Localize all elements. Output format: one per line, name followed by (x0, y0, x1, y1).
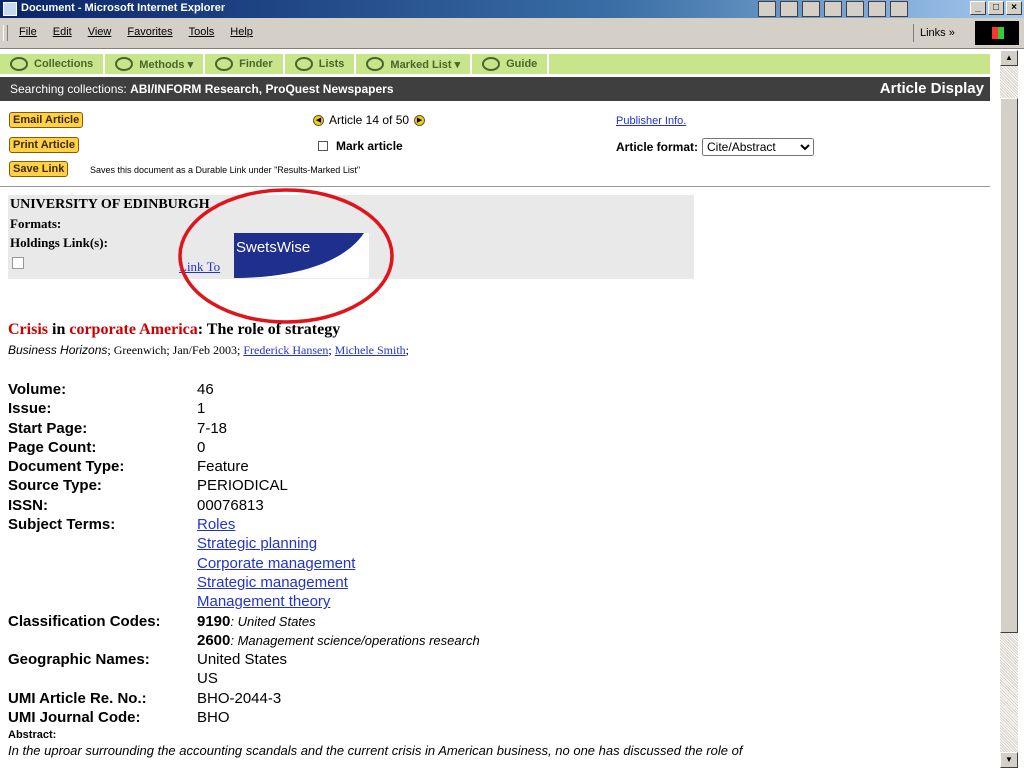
holdings-checkbox[interactable] (12, 257, 24, 269)
article-source: Business Horizons; Greenwich; Jan/Feb 20… (8, 343, 410, 357)
tray-icon[interactable] (802, 1, 820, 17)
subject-term-link[interactable]: Strategic planning (197, 535, 317, 552)
tray-icon[interactable] (868, 1, 886, 17)
swetswise-link[interactable]: SwetsWise (234, 233, 369, 278)
lists-icon (294, 57, 313, 71)
highlight-circle (178, 188, 394, 324)
umi-journal-code: BHO (197, 709, 230, 727)
tab-methods[interactable]: Methods ▾ (105, 54, 206, 74)
mark-article-label: Mark article (336, 139, 403, 153)
next-article-icon[interactable]: ▶ (414, 114, 426, 126)
mark-article-checkbox[interactable] (318, 141, 328, 151)
close-button[interactable]: × (1006, 1, 1022, 15)
tray-icon[interactable] (780, 1, 798, 17)
divider (0, 186, 990, 187)
article-title: Crisis in corporate America: The role of… (8, 321, 341, 338)
page-mode-title: Article Display (879, 80, 984, 97)
article-format-label: Article format: (616, 140, 699, 154)
menu-bar: File Edit View Favorites Tools Help Link… (0, 18, 1024, 49)
issue-value: 1 (197, 400, 206, 418)
institution-name: UNIVERSITY OF EDINBURGH (10, 197, 210, 212)
tab-marked-list[interactable]: Marked List ▾ (356, 54, 473, 74)
minimize-button[interactable]: _ (970, 1, 986, 15)
page-margin (990, 50, 1000, 768)
author-link[interactable]: Michele Smith (335, 343, 406, 357)
formats-label: Formats: (10, 216, 62, 231)
toolbar-grip[interactable] (3, 25, 8, 41)
collection-names: ABI/INFORM Research, ProQuest Newspapers (130, 82, 394, 96)
methods-icon (115, 57, 134, 71)
holdings-links-label: Holdings Link(s): (10, 235, 108, 250)
umi-article-number: BHO-2044-3 (197, 689, 282, 707)
swetswise-label: SwetsWise (236, 239, 311, 256)
geographic-name: United States (197, 651, 288, 669)
menu-edit[interactable]: Edit (53, 26, 72, 38)
subject-term-link[interactable]: Roles (197, 516, 235, 533)
tab-lists[interactable]: Lists (284, 54, 357, 74)
links-toolbar[interactable]: Links » (913, 24, 961, 42)
issn-value: 00076813 (197, 496, 264, 514)
print-article-button[interactable]: Print Article (9, 137, 79, 153)
maximize-button[interactable]: □ (988, 1, 1004, 15)
taskbar-icons (758, 0, 908, 18)
nav-bar: Collections Methods ▾ Finder Lists Marke… (0, 54, 990, 74)
tab-collections[interactable]: Collections (0, 54, 106, 74)
guide-icon (482, 57, 501, 71)
article-format: Article format: Cite/Abstract (616, 138, 815, 156)
vertical-scrollbar[interactable]: ▲ ▼ (1000, 50, 1018, 768)
subject-term-link[interactable]: Strategic management (197, 574, 348, 591)
article-position: Article 14 of 50 (329, 113, 410, 127)
tray-icon[interactable] (846, 1, 864, 17)
menu-file[interactable]: File (19, 26, 37, 38)
abstract-label: Abstract: (8, 729, 57, 741)
tray-icon[interactable] (758, 1, 776, 17)
ie-icon (3, 2, 17, 16)
abstract-text: In the uproar surrounding the accounting… (8, 743, 743, 758)
classification-code: 9190: United States (197, 612, 316, 630)
publisher-info-link[interactable]: Publisher Info. (616, 115, 686, 127)
geographic-name: US (197, 670, 218, 688)
page-count-value: 0 (197, 438, 206, 456)
window-title: Document - Microsoft Internet Explorer (21, 2, 226, 14)
subject-term-link[interactable]: Corporate management (197, 555, 355, 572)
word-icon[interactable] (824, 1, 842, 17)
classification-code: 2600: Management science/operations rese… (197, 631, 480, 649)
subject-term-link[interactable]: Management theory (197, 593, 330, 610)
collections-icon (10, 57, 28, 71)
scroll-up-arrow-icon[interactable]: ▲ (1000, 50, 1018, 66)
email-article-button[interactable]: Email Article (9, 112, 84, 128)
window-title-bar: Document - Microsoft Internet Explorer _… (0, 0, 1024, 18)
document-type-value: Feature (197, 458, 249, 476)
save-link-note: Saves this document as a Durable Link un… (90, 165, 361, 175)
windows-logo-icon (975, 21, 1019, 45)
tray-icon[interactable] (890, 1, 908, 17)
scroll-down-arrow-icon[interactable]: ▼ (1000, 752, 1018, 768)
source-type-value: PERIODICAL (197, 477, 288, 495)
publication-name: Business Horizons (8, 343, 108, 357)
save-link-button[interactable]: Save Link (9, 161, 69, 177)
previous-article-icon[interactable]: ◀ (313, 114, 324, 126)
scroll-thumb[interactable] (1000, 98, 1018, 633)
menu-view[interactable]: View (88, 26, 112, 38)
link-to-link[interactable]: Link To (179, 259, 220, 275)
menu-help[interactable]: Help (230, 26, 253, 38)
search-status-bar: Searching collections: ABI/INFORM Resear… (0, 77, 990, 101)
finder-icon (215, 57, 234, 71)
tab-guide[interactable]: Guide (472, 54, 550, 74)
author-link[interactable]: Frederick Hansen (243, 343, 328, 357)
start-page-value: 7-18 (197, 419, 228, 437)
marked-list-icon (366, 57, 385, 71)
tab-finder[interactable]: Finder (205, 54, 285, 74)
menu-tools[interactable]: Tools (189, 26, 215, 38)
menu-favorites[interactable]: Favorites (127, 26, 172, 38)
volume-value: 46 (197, 381, 214, 398)
menu-items: File Edit View Favorites Tools Help (19, 26, 253, 38)
window-controls: _ □ × (970, 1, 1022, 15)
search-collections-label: Searching collections: ABI/INFORM Resear… (10, 82, 394, 96)
mark-article: Mark article (318, 139, 403, 153)
article-pager: ◀ Article 14 of 50 ▶ (313, 113, 426, 127)
article-format-select[interactable]: Cite/Abstract (702, 138, 815, 156)
